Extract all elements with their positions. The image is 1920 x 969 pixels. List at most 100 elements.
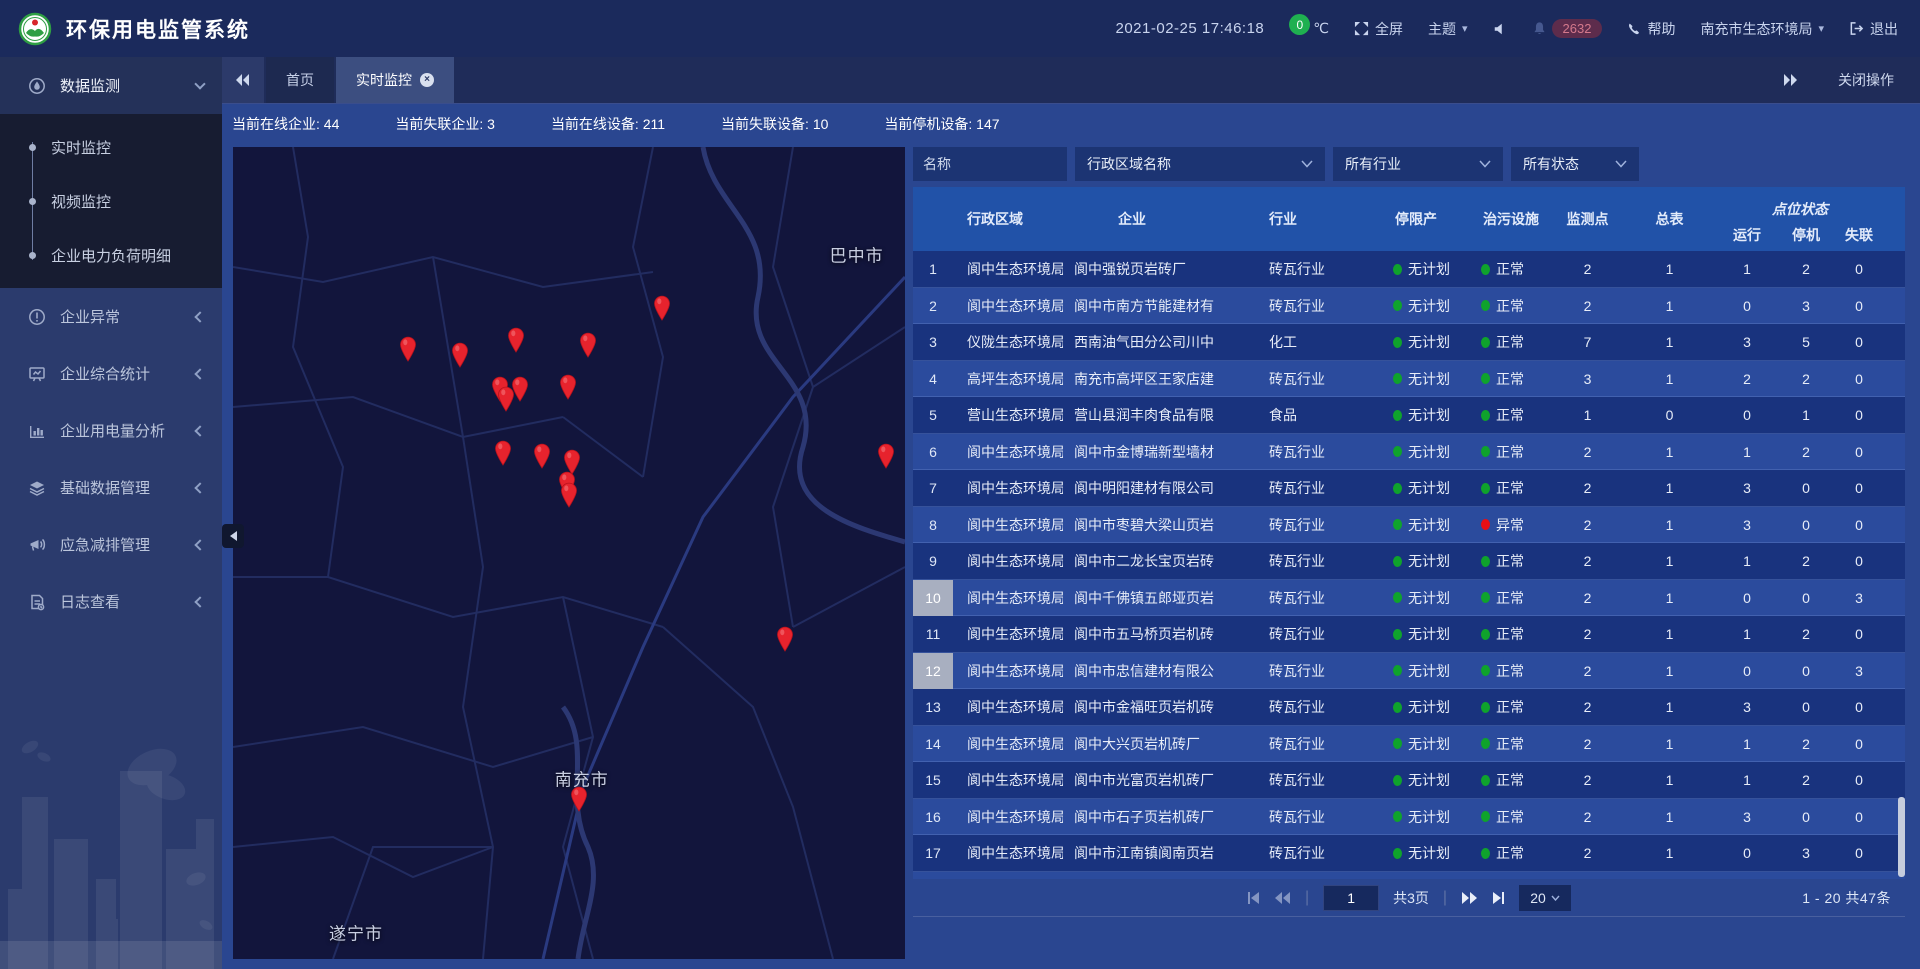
table-row[interactable]: 13阆中生态环境局阆中市金福旺页岩机砖砖瓦行业无计划正常21300 xyxy=(913,689,1905,726)
industry-filter-select[interactable]: 所有行业 xyxy=(1333,147,1503,181)
row-number: 13 xyxy=(913,689,953,726)
table-row[interactable]: 11阆中生态环境局阆中市五马桥页岩机砖砖瓦行业无计划正常21120 xyxy=(913,616,1905,653)
sidebar-item-0[interactable]: 数据监测 xyxy=(0,57,222,114)
sidebar-subitem-2[interactable]: 企业电力负荷明细 xyxy=(0,228,222,282)
name-filter-input[interactable] xyxy=(913,147,1067,181)
cell-limit-status: 无计划 xyxy=(1385,442,1473,462)
table-row[interactable]: 10阆中生态环境局阆中千佛镇五郎垭页岩砖瓦行业无计划正常21003 xyxy=(913,580,1905,617)
last-page-button[interactable] xyxy=(1491,892,1505,904)
sidebar-item-2[interactable]: 企业综合统计 xyxy=(0,345,222,402)
cell-running: 3 xyxy=(1713,334,1781,350)
cell-running: 1 xyxy=(1713,444,1781,460)
tab-realtime-monitor[interactable]: 实时监控 × xyxy=(336,57,454,103)
map-marker-pin[interactable] xyxy=(506,327,526,353)
sound-button[interactable] xyxy=(1493,22,1507,36)
chevron-down-icon xyxy=(194,78,205,89)
map-marker-pin[interactable] xyxy=(398,336,418,362)
cell-limit-status: 无计划 xyxy=(1385,624,1473,644)
table-row[interactable]: 1阆中生态环境局阆中强锐页岩砖厂砖瓦行业无计划正常21120 xyxy=(913,251,1905,288)
sidebar-item-3[interactable]: 企业用电量分析 xyxy=(0,402,222,459)
table-row[interactable]: 5营山生态环境局营山县润丰肉食品有限食品无计划正常10010 xyxy=(913,397,1905,434)
first-page-button[interactable] xyxy=(1247,892,1261,904)
sidebar-item-1[interactable]: 企业异常 xyxy=(0,288,222,345)
cell-region: 阆中生态环境局 xyxy=(953,515,1063,535)
prev-page-button[interactable] xyxy=(1275,892,1291,904)
cell-region: 阆中生态环境局 xyxy=(953,661,1063,681)
tab-close-icon[interactable]: × xyxy=(420,73,434,87)
map-marker-pin[interactable] xyxy=(775,626,795,652)
cell-region: 营山生态环境局 xyxy=(953,405,1063,425)
cell-limit-status: 无计划 xyxy=(1385,807,1473,827)
status-dot-green-icon xyxy=(1481,702,1490,713)
chevron-down-icon: ▾ xyxy=(1818,22,1824,35)
page-number-input[interactable] xyxy=(1323,885,1379,911)
table-row[interactable]: 14阆中生态环境局阆中大兴页岩机砖厂砖瓦行业无计划正常21120 xyxy=(913,726,1905,763)
table-row[interactable]: 9阆中生态环境局阆中市二龙长宝页岩砖砖瓦行业无计划正常21120 xyxy=(913,543,1905,580)
tab-bar-right: 关闭操作 xyxy=(1784,70,1920,90)
map-marker-pin[interactable] xyxy=(558,374,578,400)
table-row[interactable]: 17阆中生态环境局阆中市江南镇阆南页岩砖瓦行业无计划正常21030 xyxy=(913,835,1905,872)
sidebar-item-6[interactable]: 日志查看 xyxy=(0,573,222,630)
table-row[interactable]: 8阆中生态环境局阆中市枣碧大梁山页岩砖瓦行业无计划异常21300 xyxy=(913,507,1905,544)
map-marker-pin[interactable] xyxy=(559,482,579,508)
cell-running: 0 xyxy=(1713,663,1781,679)
stat-item-0: 当前在线企业: 44 xyxy=(232,114,339,134)
map-marker-pin[interactable] xyxy=(569,786,589,812)
cell-limit-status: 无计划 xyxy=(1385,405,1473,425)
close-operations-button[interactable]: 关闭操作 xyxy=(1838,70,1894,90)
table-row[interactable]: 15阆中生态环境局阆中市光富页岩机砖厂砖瓦行业无计划正常21120 xyxy=(913,762,1905,799)
row-number: 12 xyxy=(913,653,953,690)
map-marker-pin[interactable] xyxy=(510,376,530,402)
cell-industry: 砖瓦行业 xyxy=(1259,770,1385,790)
table-row[interactable]: 3仪陇生态环境局西南油气田分公司川中化工无计划正常71350 xyxy=(913,324,1905,361)
page-size-select[interactable]: 20 xyxy=(1519,885,1571,911)
cell-facility-status: 正常 xyxy=(1473,843,1549,863)
table-row[interactable]: 16阆中生态环境局阆中市石子页岩机砖厂砖瓦行业无计划正常21300 xyxy=(913,799,1905,836)
sidebar-subitem-1[interactable]: 视频监控 xyxy=(0,174,222,228)
table-row[interactable]: 18南部生态环境局南部县砌伍上河有限公建材加工无计划正常60060 xyxy=(913,872,1905,880)
sidebar-item-4[interactable]: 基础数据管理 xyxy=(0,459,222,516)
tabs-scroll-right-button[interactable] xyxy=(1784,74,1798,86)
cell-total-meter: 1 xyxy=(1626,517,1713,533)
map-marker-pin[interactable] xyxy=(532,443,552,469)
table-row[interactable]: 2阆中生态环境局阆中市南方节能建材有砖瓦行业无计划正常21030 xyxy=(913,288,1905,325)
map-marker-pin[interactable] xyxy=(578,332,598,358)
tab-home[interactable]: 首页 xyxy=(266,57,334,103)
help-button[interactable]: 帮助 xyxy=(1627,19,1675,39)
sidebar-subitem-0[interactable]: 实时监控 xyxy=(0,120,222,174)
limit-status-label: 无计划 xyxy=(1408,734,1450,754)
fullscreen-button[interactable]: 全屏 xyxy=(1354,19,1403,39)
temperature-widget: 0 ℃ xyxy=(1289,20,1329,37)
cell-limit-status: 无计划 xyxy=(1385,697,1473,717)
map-marker-pin[interactable] xyxy=(652,295,672,321)
cell-running: 1 xyxy=(1713,772,1781,788)
sidebar-item-5[interactable]: 应急减排管理 xyxy=(0,516,222,573)
limit-status-label: 无计划 xyxy=(1408,588,1450,608)
tabs-scroll-left-button[interactable] xyxy=(222,57,264,103)
cell-facility-status: 正常 xyxy=(1473,807,1549,827)
col-region: 行政区域 xyxy=(953,187,1063,251)
alert-circle-icon xyxy=(28,308,46,326)
table-row[interactable]: 12阆中生态环境局阆中市忠信建材有限公砖瓦行业无计划正常21003 xyxy=(913,653,1905,690)
cell-company: 阆中市金博瑞新型墙材 xyxy=(1063,442,1259,462)
tab-label: 实时监控 xyxy=(356,70,412,90)
region-filter-select[interactable]: 行政区域名称 xyxy=(1075,147,1325,181)
status-filter-select[interactable]: 所有状态 xyxy=(1511,147,1639,181)
map-marker-pin[interactable] xyxy=(450,342,470,368)
facility-status-label: 正常 xyxy=(1496,843,1524,863)
next-page-button[interactable] xyxy=(1461,892,1477,904)
theme-dropdown[interactable]: 主题 ▾ xyxy=(1428,19,1468,39)
map-marker-pin[interactable] xyxy=(493,440,513,466)
table-row[interactable]: 6阆中生态环境局阆中市金博瑞新型墙材砖瓦行业无计划正常21120 xyxy=(913,434,1905,471)
notification-button[interactable]: 2632 xyxy=(1532,19,1603,38)
table-row[interactable]: 4高坪生态环境局南充市高坪区王家店建砖瓦行业无计划正常31220 xyxy=(913,361,1905,398)
table-row[interactable]: 7阆中生态环境局阆中明阳建材有限公司砖瓦行业无计划正常21300 xyxy=(913,470,1905,507)
map-marker-pin[interactable] xyxy=(876,443,896,469)
cell-stopped: 2 xyxy=(1781,772,1831,788)
map-panel[interactable]: 巴中市南充市遂宁市 xyxy=(233,147,905,959)
cell-stopped: 3 xyxy=(1781,845,1831,861)
sidebar-collapse-button[interactable] xyxy=(222,524,244,548)
user-org-dropdown[interactable]: 南充市生态环境局 ▾ xyxy=(1700,19,1824,39)
table-scrollbar-thumb[interactable] xyxy=(1898,797,1905,877)
logout-button[interactable]: 退出 xyxy=(1849,19,1898,39)
